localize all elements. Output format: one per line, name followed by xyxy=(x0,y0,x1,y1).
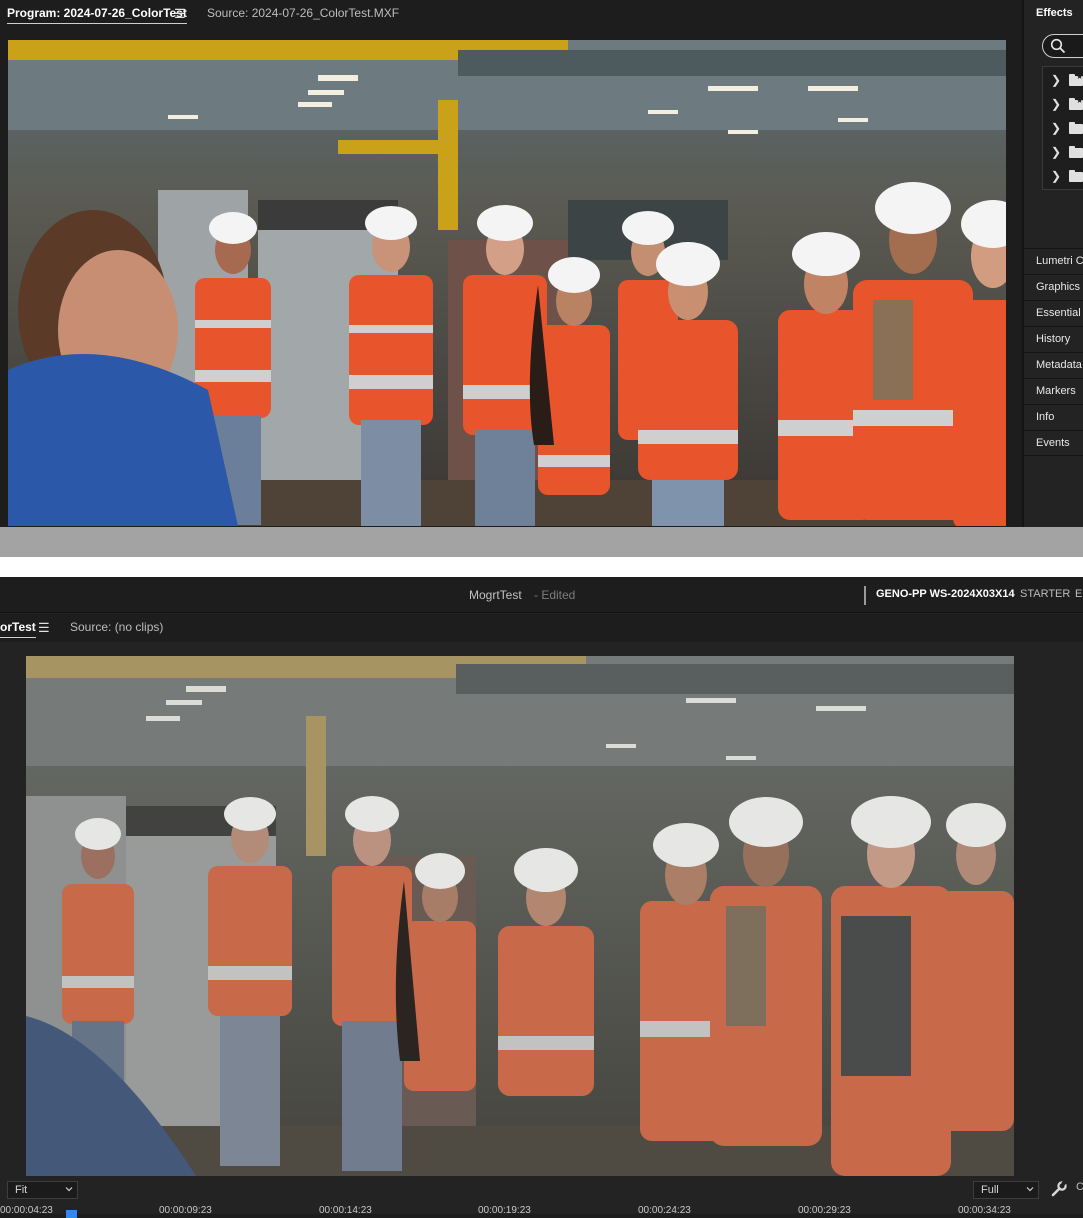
chevron-down-icon xyxy=(1026,1187,1034,1192)
chevron-right-icon[interactable]: ❯ xyxy=(1051,97,1061,111)
panel-tab-metadata[interactable]: Metadata xyxy=(1024,352,1083,378)
timecode-label: 00:00:19:23 xyxy=(478,1205,531,1216)
chevron-down-icon xyxy=(65,1187,73,1192)
effects-tree: ❯ ★ ❯ ★ ❯ ❯ ❯ xyxy=(1042,66,1083,190)
folder-icon xyxy=(1069,170,1083,182)
tab-program[interactable]: orTest xyxy=(0,620,36,638)
timecode-label: 00:00:09:23 xyxy=(159,1205,212,1216)
panel-tab-history[interactable]: History xyxy=(1024,326,1083,352)
panel-menu-icon[interactable]: ☰ xyxy=(174,6,186,22)
top-window: Program: 2024-07-26_ColorTest ☰ Source: … xyxy=(0,0,1083,527)
panel-tab-markers[interactable]: Markers xyxy=(1024,378,1083,404)
monitor-tab-bar: Program: 2024-07-26_ColorTest ☰ Source: … xyxy=(0,0,1018,28)
panel-menu-icon[interactable]: ☰ xyxy=(38,620,50,636)
zoom-select[interactable]: Fit xyxy=(7,1181,78,1199)
timecode-label: 00:00:24:23 xyxy=(638,1205,691,1216)
edited-status: - Edited xyxy=(534,588,576,602)
panel-tab-lumetri-color[interactable]: Lumetri C xyxy=(1024,248,1083,274)
panel-tab-info[interactable]: Info xyxy=(1024,404,1083,430)
program-video-frame[interactable] xyxy=(8,40,1006,526)
folder-icon xyxy=(1069,122,1083,134)
star-icon: ★ xyxy=(1076,72,1083,81)
tree-item-lumetri-presets[interactable]: ❯ ★ xyxy=(1043,93,1083,117)
chevron-right-icon[interactable]: ❯ xyxy=(1051,169,1061,183)
monitor-controls: Fit Full C 00:00:04:23 00:00:09:23 00:00… xyxy=(0,1178,1083,1218)
timecode-label: 00:00:29:23 xyxy=(798,1205,851,1216)
workspace-tab-active[interactable]: GENO-PP WS-2024X03X14 xyxy=(876,588,1015,600)
effects-search-input[interactable] xyxy=(1042,34,1083,58)
panel-list: Lumetri C Graphics T Essential S History… xyxy=(1024,248,1083,456)
tree-item-folder[interactable]: ❯ xyxy=(1043,165,1083,189)
tab-source[interactable]: Source: (no clips) xyxy=(70,620,163,634)
time-ruler[interactable]: 00:00:04:23 00:00:09:23 00:00:14:23 00:0… xyxy=(0,1202,1083,1218)
program-monitor-area xyxy=(0,642,1083,1176)
playback-resolution-select[interactable]: Full xyxy=(973,1181,1039,1199)
separator-gray xyxy=(0,527,1083,557)
playhead-marker[interactable] xyxy=(66,1210,77,1218)
tab-program[interactable]: Program: 2024-07-26_ColorTest xyxy=(7,6,187,24)
wrench-icon[interactable] xyxy=(1050,1180,1068,1198)
timecode-label: 00:00:14:23 xyxy=(319,1205,372,1216)
folder-icon xyxy=(1069,146,1083,158)
timecode-label: 00:00:34:23 xyxy=(958,1205,1011,1216)
truncated-control[interactable]: C xyxy=(1076,1181,1083,1193)
star-icon: ★ xyxy=(1076,96,1083,105)
resolution-value: Full xyxy=(981,1184,999,1196)
app-header: MogrtTest - Edited GENO-PP WS-2024X03X14… xyxy=(0,577,1083,613)
chevron-right-icon[interactable]: ❯ xyxy=(1051,145,1061,159)
tab-source[interactable]: Source: 2024-07-26_ColorTest.MXF xyxy=(207,6,399,20)
effects-panel: Effects ❯ ★ ❯ ★ ❯ ❯ ❯ Lumetri C Graphics… xyxy=(1022,0,1083,527)
zoom-value: Fit xyxy=(15,1184,28,1196)
workspace-tab-more[interactable]: ES xyxy=(1075,588,1083,600)
workspace-tab-starter[interactable]: STARTER xyxy=(1020,588,1070,600)
workspace-divider xyxy=(864,586,866,605)
separator-white xyxy=(0,557,1083,577)
tree-item-folder[interactable]: ❯ xyxy=(1043,141,1083,165)
panel-tab-graphics-templates[interactable]: Graphics T xyxy=(1024,274,1083,300)
bottom-window: MogrtTest - Edited GENO-PP WS-2024X03X14… xyxy=(0,577,1083,1218)
timecode-label: 00:00:04:23 xyxy=(0,1205,53,1216)
panel-tab-events[interactable]: Events xyxy=(1024,430,1083,456)
program-video-frame[interactable] xyxy=(26,656,1014,1176)
chevron-right-icon[interactable]: ❯ xyxy=(1051,73,1061,87)
monitor-tab-bar: orTest ☰ Source: (no clips) xyxy=(0,614,1083,642)
tree-item-folder[interactable]: ❯ xyxy=(1043,117,1083,141)
search-icon xyxy=(1050,38,1066,54)
tree-item-presets[interactable]: ❯ ★ xyxy=(1043,69,1083,93)
chevron-right-icon[interactable]: ❯ xyxy=(1051,121,1061,135)
effects-panel-title[interactable]: Effects xyxy=(1036,7,1073,19)
project-title: MogrtTest xyxy=(469,588,522,602)
panel-tab-essential-sound[interactable]: Essential S xyxy=(1024,300,1083,326)
